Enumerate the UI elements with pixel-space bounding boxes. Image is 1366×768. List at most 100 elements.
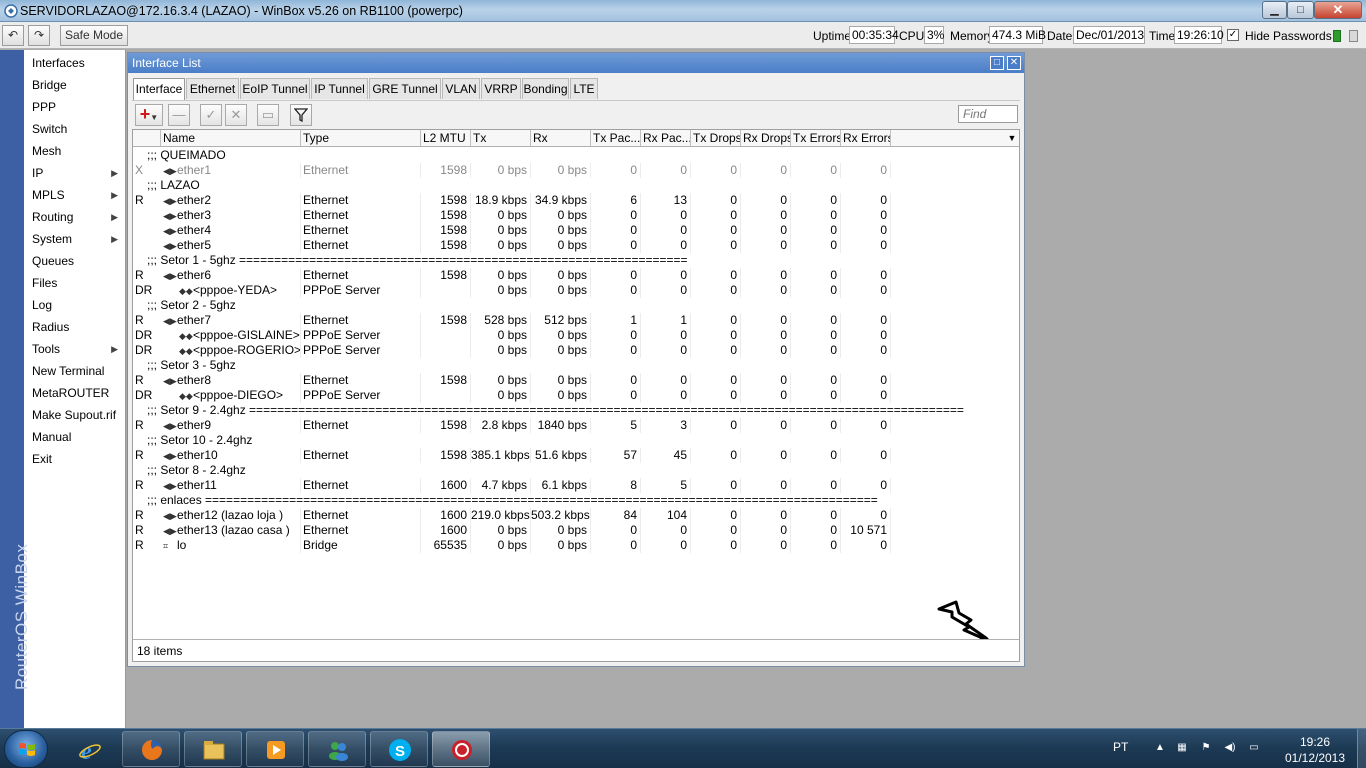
column-chooser-button[interactable]: ▼ — [1005, 131, 1019, 145]
sidebar-item-ip[interactable]: IP ▶ — [24, 162, 125, 184]
interface-row[interactable]: ◀▶ether5 Ethernet 1598 0 bps 0 bps 0 0 0 0 0 0 — [133, 238, 1019, 253]
interface-row[interactable]: DR ◆◆<pppoe-ROGERIO> PPPoE Server 0 bps 0 bp… — [133, 343, 1019, 358]
interface-row[interactable]: R ◀▶ether10 Ethernet 1598 385.1 kbps 51.6 kbp… — [133, 448, 1019, 463]
network-status-icon[interactable]: ▭ — [1248, 742, 1260, 754]
taskbar-winbox[interactable] — [432, 731, 490, 767]
taskbar-internet-explorer[interactable]: e — [60, 731, 118, 767]
minimize-button[interactable]: ▁ — [1262, 1, 1287, 19]
remove-button[interactable]: — — [168, 104, 190, 126]
tab-bonding[interactable]: Bonding — [522, 78, 569, 99]
sidebar-item-make-supout-rif[interactable]: Make Supout.rif — [24, 404, 125, 426]
tab-vlan[interactable]: VLAN — [442, 78, 480, 99]
volume-icon[interactable]: ◀) — [1224, 742, 1236, 754]
column-header-name[interactable]: Name — [161, 130, 301, 146]
sidebar-item-queues[interactable]: Queues — [24, 250, 125, 272]
section-comment-row[interactable]: ;;; Setor 10 - 2.4ghz — [133, 433, 1019, 448]
hide-passwords-checkbox[interactable]: ✓ — [1227, 29, 1239, 41]
section-comment-row[interactable]: ;;; LAZAO — [133, 178, 1019, 193]
undo-button[interactable]: ↶ — [2, 25, 24, 46]
tab-eoip-tunnel[interactable]: EoIP Tunnel — [240, 78, 310, 99]
interface-row[interactable]: DR ◆◆<pppoe-DIEGO> PPPoE Server 0 bps 0 bps 0… — [133, 388, 1019, 403]
interface-row[interactable]: X ◀▶ether1 Ethernet 1598 0 bps 0 bps 0 0 0 0 0 0 — [133, 163, 1019, 178]
interface-row[interactable]: DR ◆◆<pppoe-YEDA> PPPoE Server 0 bps 0 bps 0 0… — [133, 283, 1019, 298]
sidebar-item-exit[interactable]: Exit — [24, 448, 125, 470]
interface-row[interactable]: R ◀▶ether12 (lazao loja ) Ethernet 1600 219.… — [133, 508, 1019, 523]
sidebar-item-system[interactable]: System ▶ — [24, 228, 125, 250]
window-maximize-button[interactable]: □ — [990, 56, 1004, 70]
interface-row[interactable]: R ◀▶ether7 Ethernet 1598 528 bps 512 bps 1 1 0 0 0… — [133, 313, 1019, 328]
show-hidden-icons-icon[interactable]: ▲ — [1154, 742, 1166, 754]
section-comment-row[interactable]: ;;; enlaces ============================… — [133, 493, 1019, 508]
tab-vrrp[interactable]: VRRP — [481, 78, 521, 99]
interface-row[interactable]: R ◀▶ether13 (lazao casa ) Ethernet 1600 0 bp… — [133, 523, 1019, 538]
column-header-txd[interactable]: Tx Drops — [691, 130, 741, 146]
sidebar-item-metarouter[interactable]: MetaROUTER — [24, 382, 125, 404]
tab-interface[interactable]: Interface — [133, 78, 185, 100]
taskbar-skype[interactable]: S — [370, 731, 428, 767]
section-comment-row[interactable]: ;;; Setor 9 - 2.4ghz ===================… — [133, 403, 1019, 418]
network-icon[interactable]: ▦ — [1176, 742, 1188, 754]
sidebar-item-mpls[interactable]: MPLS ▶ — [24, 184, 125, 206]
taskbar-messenger[interactable] — [308, 731, 366, 767]
tab-lte[interactable]: LTE — [570, 78, 598, 99]
interface-row[interactable]: R ⌗ lo Bridge 65535 0 bps 0 bps 0 0 0 0 0 0 — [133, 538, 1019, 553]
section-comment-row[interactable]: ;;; Setor 3 - 5ghz — [133, 358, 1019, 373]
tab-ethernet[interactable]: Ethernet — [186, 78, 239, 99]
sidebar-item-bridge[interactable]: Bridge — [24, 74, 125, 96]
section-comment-row[interactable]: ;;; Setor 8 - 2.4ghz — [133, 463, 1019, 478]
sidebar-item-files[interactable]: Files — [24, 272, 125, 294]
filter-button[interactable] — [290, 104, 312, 126]
interface-row[interactable]: ◀▶ether3 Ethernet 1598 0 bps 0 bps 0 0 0 0 0 0 — [133, 208, 1019, 223]
interface-row[interactable]: R ◀▶ether11 Ethernet 1600 4.7 kbps 6.1 kbps 8 5… — [133, 478, 1019, 493]
sidebar-item-ppp[interactable]: PPP — [24, 96, 125, 118]
interface-row[interactable]: R ◀▶ether2 Ethernet 1598 18.9 kbps 34.9 kbps 6… — [133, 193, 1019, 208]
sidebar-item-routing[interactable]: Routing ▶ — [24, 206, 125, 228]
column-header-rxe[interactable]: Rx Errors — [841, 130, 891, 146]
sidebar-item-log[interactable]: Log — [24, 294, 125, 316]
sidebar-item-new-terminal[interactable]: New Terminal — [24, 360, 125, 382]
tab-ip-tunnel[interactable]: IP Tunnel — [311, 78, 368, 99]
column-header-txe[interactable]: Tx Errors — [791, 130, 841, 146]
tab-gre-tunnel[interactable]: GRE Tunnel — [369, 78, 441, 99]
language-indicator[interactable]: PT — [1113, 740, 1128, 754]
sidebar-item-radius[interactable]: Radius — [24, 316, 125, 338]
start-button[interactable] — [4, 730, 48, 768]
clock-time[interactable]: 19:26 — [1285, 735, 1345, 749]
section-comment-row[interactable]: ;;; Setor 1 - 5ghz =====================… — [133, 253, 1019, 268]
column-header-rxp[interactable]: Rx Pac... — [641, 130, 691, 146]
enable-button[interactable]: ✓ — [200, 104, 222, 126]
clock-date[interactable]: 01/12/2013 — [1280, 751, 1350, 765]
close-button[interactable]: ✕ — [1314, 1, 1362, 19]
disable-button[interactable]: ✕ — [225, 104, 247, 126]
sidebar-item-interfaces[interactable]: Interfaces — [24, 52, 125, 74]
action-center-flag-icon[interactable]: ⚑ — [1200, 742, 1212, 754]
taskbar-media-player[interactable] — [246, 731, 304, 767]
interface-row[interactable]: R ◀▶ether8 Ethernet 1598 0 bps 0 bps 0 0 0 0 0 0 — [133, 373, 1019, 388]
comment-button[interactable]: ▭ — [257, 104, 279, 126]
taskbar-file-explorer[interactable] — [184, 731, 242, 767]
sidebar-item-switch[interactable]: Switch — [24, 118, 125, 140]
section-comment-row[interactable]: ;;; QUEIMADO — [133, 148, 1019, 163]
sidebar-item-mesh[interactable]: Mesh — [24, 140, 125, 162]
interface-row[interactable]: ◀▶ether4 Ethernet 1598 0 bps 0 bps 0 0 0 0 0 0 — [133, 223, 1019, 238]
column-header-tx[interactable]: Tx — [471, 130, 531, 146]
column-header-type[interactable]: Type — [301, 130, 421, 146]
interface-row[interactable]: DR ◆◆<pppoe-GISLAINE> PPPoE Server 0 bps 0 b… — [133, 328, 1019, 343]
column-header-rx[interactable]: Rx — [531, 130, 591, 146]
redo-button[interactable]: ↷ — [28, 25, 50, 46]
column-header-mtu[interactable]: L2 MTU — [421, 130, 471, 146]
section-comment-row[interactable]: ;;; Setor 2 - 5ghz — [133, 298, 1019, 313]
safe-mode-button[interactable]: Safe Mode — [60, 25, 128, 46]
sidebar-item-tools[interactable]: Tools ▶ — [24, 338, 125, 360]
sidebar-item-manual[interactable]: Manual — [24, 426, 125, 448]
interface-row[interactable]: R ◀▶ether6 Ethernet 1598 0 bps 0 bps 0 0 0 0 0 0 — [133, 268, 1019, 283]
column-header-rxd[interactable]: Rx Drops — [741, 130, 791, 146]
interface-list-titlebar[interactable]: Interface List □ ✕ — [128, 53, 1024, 73]
add-button[interactable]: +▼ — [135, 104, 163, 126]
find-input[interactable] — [958, 105, 1018, 123]
show-desktop-button[interactable] — [1357, 729, 1366, 768]
taskbar-firefox[interactable] — [122, 731, 180, 767]
column-header-txp[interactable]: Tx Pac... — [591, 130, 641, 146]
window-close-button[interactable]: ✕ — [1007, 56, 1021, 70]
interface-row[interactable]: R ◀▶ether9 Ethernet 1598 2.8 kbps 1840 bps 5 3 0… — [133, 418, 1019, 433]
